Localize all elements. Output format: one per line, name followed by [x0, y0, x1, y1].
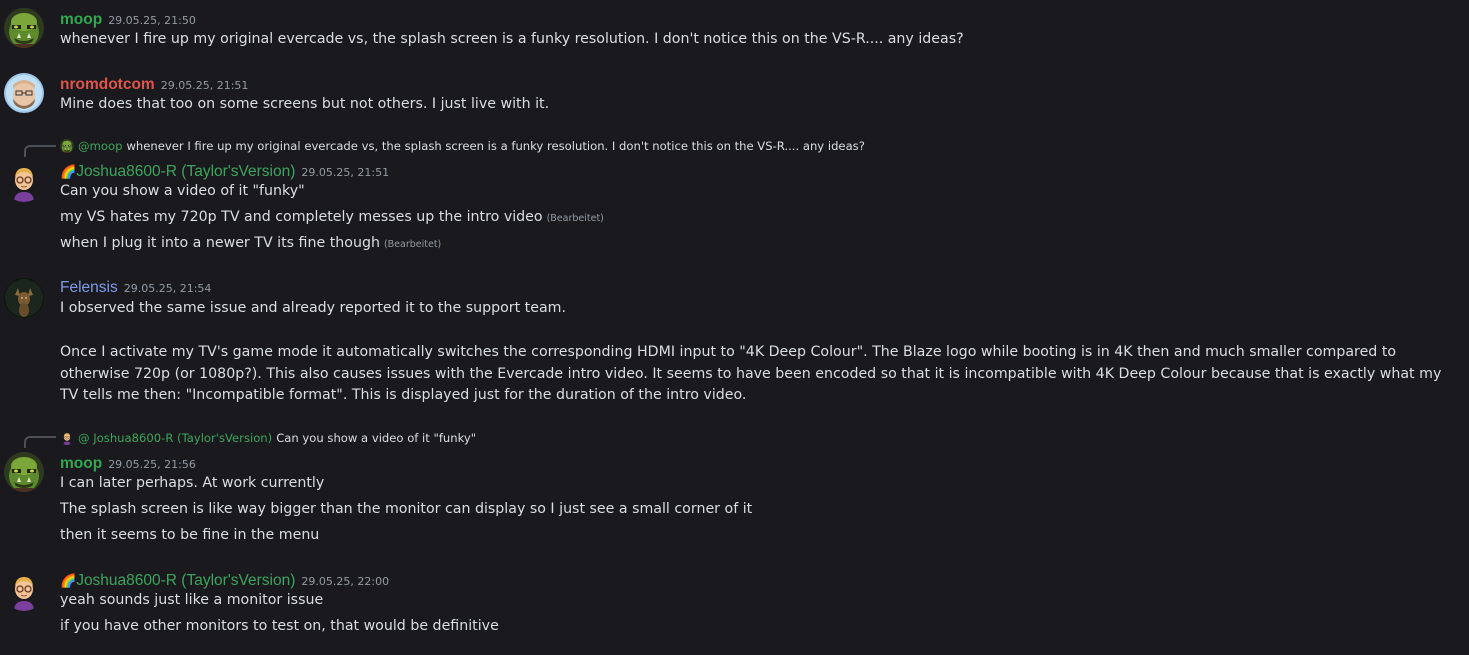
man-avatar-icon[interactable]	[4, 73, 44, 113]
reply-spine	[24, 145, 56, 157]
message-text: The splash screen is like way bigger tha…	[60, 501, 753, 517]
message-header: 🌈Joshua8600-R (Taylor'sVersion) 29.05.25,…	[60, 161, 389, 181]
timestamp: 29.05.25, 21:51	[160, 79, 249, 92]
reply-mention[interactable]: @ Joshua8600-R (Taylor'sVersion)	[78, 431, 272, 445]
message-header: 🌈Joshua8600-R (Taylor'sVersion) 29.05.25,…	[60, 570, 389, 590]
timestamp: 29.05.25, 22:00	[301, 575, 390, 588]
message-text: my VS hates my 720p TV and completely me…	[60, 209, 543, 225]
author-name[interactable]: nromdotcom	[60, 76, 155, 93]
reply-preview[interactable]: @moop whenever I fire up my original eve…	[60, 139, 865, 153]
author-name[interactable]: Felensis	[60, 279, 118, 296]
message-header: nromdotcom 29.05.25, 21:51	[60, 74, 248, 94]
message-text: if you have other monitors to test on, t…	[60, 618, 499, 634]
message-text: Can you show a video of it "funky"	[60, 183, 305, 199]
orc-avatar-icon[interactable]	[4, 8, 44, 48]
author-name[interactable]: moop	[60, 455, 102, 472]
reply-preview[interactable]: @ Joshua8600-R (Taylor'sVersion) Can you…	[60, 431, 476, 445]
rainbow-icon: 🌈	[60, 574, 77, 589]
reply-text: whenever I fire up my original evercade …	[126, 139, 865, 153]
message-header: Felensis 29.05.25, 21:54	[60, 277, 211, 297]
message-header: moop 29.05.25, 21:50	[60, 9, 196, 29]
edited-label: (Bearbeitet)	[546, 213, 604, 224]
message-text: Once I activate my TV's game mode it aut…	[60, 344, 1442, 403]
message-text: I observed the same issue and already re…	[60, 300, 566, 316]
rainbow-icon: 🌈	[60, 165, 77, 180]
memoji-avatar-icon[interactable]	[4, 162, 44, 202]
message-text-edited: my VS hates my 720p TV and completely me…	[60, 209, 604, 225]
orc-avatar-icon	[60, 139, 74, 153]
message-text: I can later perhaps. At work currently	[60, 475, 325, 491]
author-name[interactable]: Joshua8600-R (Taylor'sVersion)	[76, 163, 295, 180]
message-text: when I plug it into a newer TV its fine …	[60, 235, 380, 251]
reply-text: Can you show a video of it "funky"	[276, 431, 477, 445]
timestamp: 29.05.25, 21:50	[108, 14, 196, 27]
timestamp: 29.05.25, 21:51	[301, 166, 390, 179]
author-name[interactable]: Joshua8600-R (Taylor'sVersion)	[76, 572, 295, 589]
memoji-avatar-icon[interactable]	[4, 571, 44, 611]
message-header: moop 29.05.25, 21:56	[60, 453, 196, 473]
timestamp: 29.05.25, 21:54	[123, 282, 212, 295]
fox-avatar-icon[interactable]	[4, 278, 44, 318]
message-text: yeah sounds just like a monitor issue	[60, 592, 324, 608]
reply-spine	[24, 436, 56, 448]
timestamp: 29.05.25, 21:56	[108, 458, 196, 471]
message-text-edited: when I plug it into a newer TV its fine …	[60, 235, 441, 251]
edited-label: (Bearbeitet)	[383, 239, 442, 250]
reply-mention[interactable]: @moop	[78, 139, 122, 153]
message-text: then it seems to be fine in the menu	[60, 527, 320, 543]
author-name[interactable]: moop	[60, 11, 102, 28]
memoji-avatar-icon	[60, 431, 74, 445]
message-text: Mine does that too on some screens but n…	[60, 96, 550, 112]
orc-avatar-icon[interactable]	[4, 452, 44, 492]
message-text: whenever I fire up my original evercade …	[60, 31, 964, 47]
